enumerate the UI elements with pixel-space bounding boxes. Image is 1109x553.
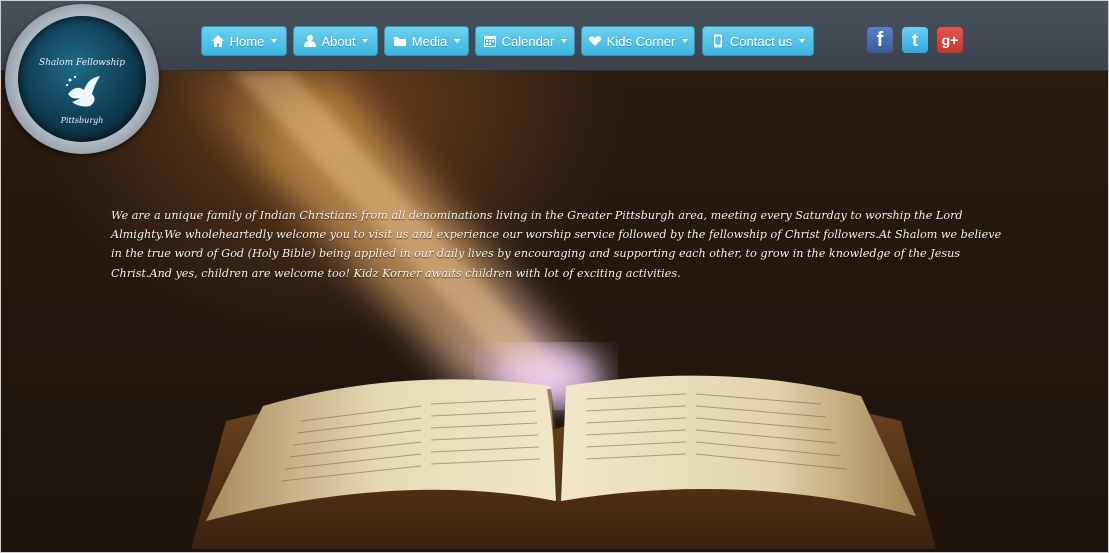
hero-background [1,71,1108,552]
facebook-icon[interactable]: f [867,27,893,53]
folder-icon [393,37,406,46]
nav-calendar-label: Calendar [501,33,555,49]
chevron-down-icon [799,39,806,43]
calendar-icon [483,36,496,47]
chevron-down-icon [271,39,278,43]
chevron-down-icon [454,39,461,43]
twitter-glyph: t [912,29,918,50]
google-plus-glyph: g+ [941,32,959,48]
nav-contact-label: Contact us [729,33,793,49]
nav-home-label: Home [229,33,265,49]
nav-about-label: About [321,33,356,49]
dove-icon [65,75,100,107]
nav-kids-corner-label: Kids Corner [606,33,676,49]
nav-media-button[interactable]: Media [384,26,469,56]
logo-title: Shalom Fellowship [38,58,126,68]
logo-emblem: Shalom Fellowship Pittsburgh [18,16,146,142]
nav-home-button[interactable]: Home [201,26,287,56]
google-plus-icon[interactable]: g+ [937,27,963,53]
nav-kids-corner-button[interactable]: Kids Corner [581,26,695,56]
church-logo[interactable]: Shalom Fellowship Pittsburgh [5,4,159,154]
chevron-down-icon [561,39,568,43]
logo-subtitle: Pittsburgh [60,116,104,125]
nav-contact-button[interactable]: Contact us [702,26,814,56]
phone-icon [713,34,722,48]
page-frame: Shalom Fellowship Pittsburgh Home About … [0,0,1109,553]
user-icon [303,35,316,47]
twitter-icon[interactable]: t [902,27,928,53]
facebook-glyph: f [876,28,884,51]
nav-calendar-button[interactable]: Calendar [475,26,575,56]
heart-icon [588,36,601,46]
nav-about-button[interactable]: About [293,26,378,56]
nav-media-label: Media [411,33,448,49]
light-ray [171,71,606,404]
home-icon [211,35,224,47]
chevron-down-icon [682,39,689,43]
welcome-text: We are a unique family of Indian Christi… [111,209,1002,280]
chevron-down-icon [362,39,369,43]
